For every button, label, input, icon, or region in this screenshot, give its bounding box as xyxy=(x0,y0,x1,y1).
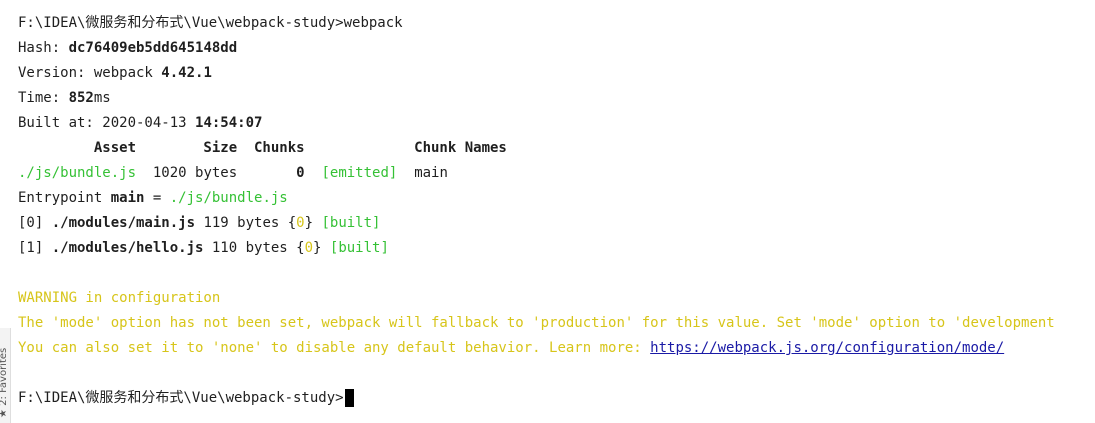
asset-name: ./js/bundle.js xyxy=(18,165,137,181)
module-size: 110 bytes { xyxy=(203,240,305,256)
asset-chunk-name: main xyxy=(414,165,448,181)
asset-size: 1020 bytes xyxy=(136,165,297,181)
asset-table-header: Asset Size Chunks Chunk Names xyxy=(18,140,507,156)
favorites-tab[interactable]: ★ 2: Favorites xyxy=(0,344,9,418)
module-chunk: 0 xyxy=(304,240,314,256)
module-chunk: 0 xyxy=(296,215,305,231)
time-line: Time: 852ms xyxy=(18,89,111,107)
warning-line: You can also set it to 'none' to disable… xyxy=(18,339,1004,357)
entry-prefix: Entrypoint xyxy=(18,190,111,206)
warning-text: You can also set it to 'none' to disable… xyxy=(18,340,651,356)
module-path: ./modules/main.js xyxy=(51,215,196,231)
time-label: Time: xyxy=(18,90,69,106)
entry-name: main xyxy=(110,190,145,206)
asset-row: ./js/bundle.js 1020 bytes 0 [emitted] ma… xyxy=(18,164,448,182)
text-cursor xyxy=(344,389,354,407)
final-prompt: F:\IDEA\微服务和分布式\Vue\webpack-study> xyxy=(18,390,344,406)
built-time: 14:54:07 xyxy=(195,115,263,131)
command-line: F:\IDEA\微服务和分布式\Vue\webpack-study>webpac… xyxy=(18,14,403,32)
command-text: webpack xyxy=(343,15,403,31)
warning-line: The 'mode' option has not been set, webp… xyxy=(18,315,1055,331)
built-label: Built at: 2020-04-13 xyxy=(18,115,196,131)
hash-label: Hash: xyxy=(18,40,69,56)
entry-eq: = xyxy=(144,190,170,206)
version-value: 4.42.1 xyxy=(161,65,212,81)
hash-value: dc76409eb5dd645148dd xyxy=(68,40,238,56)
module-row: [0] ./modules/main.js 119 bytes {0} [bui… xyxy=(18,214,380,232)
final-prompt-line[interactable]: F:\IDEA\微服务和分布式\Vue\webpack-study> xyxy=(18,389,354,407)
version-line: Version: webpack 4.42.1 xyxy=(18,64,212,82)
time-unit: ms xyxy=(93,90,111,106)
asset-status: [emitted] xyxy=(321,165,398,181)
favorites-label: 2: Favorites xyxy=(0,347,9,406)
module-id: [0] xyxy=(18,215,52,231)
entrypoint-line: Entrypoint main = ./js/bundle.js xyxy=(18,189,288,207)
terminal-output[interactable]: F:\IDEA\微服务和分布式\Vue\webpack-study>webpac… xyxy=(0,0,1095,423)
module-chunk-close: } xyxy=(304,215,322,231)
prompt-path: F:\IDEA\微服务和分布式\Vue\webpack-study xyxy=(18,15,336,31)
prompt-symbol: > xyxy=(335,15,344,31)
module-chunk-close: } xyxy=(313,240,330,256)
version-label: Version: webpack xyxy=(18,65,162,81)
hash-line: Hash: dc76409eb5dd645148dd xyxy=(18,39,237,57)
star-icon: ★ xyxy=(0,406,9,418)
module-size: 119 bytes { xyxy=(195,215,297,231)
time-value: 852 xyxy=(68,90,94,106)
module-status: [built] xyxy=(321,215,381,231)
webpack-mode-link[interactable]: https://webpack.js.org/configuration/mod… xyxy=(650,340,1004,356)
warning-title: WARNING in configuration xyxy=(18,290,221,306)
module-path: ./modules/hello.js xyxy=(51,240,204,256)
module-id: [1] xyxy=(18,240,52,256)
module-status: [built] xyxy=(329,240,389,256)
module-row: [1] ./modules/hello.js 110 bytes {0} [bu… xyxy=(18,239,389,257)
built-at-line: Built at: 2020-04-13 14:54:07 xyxy=(18,114,262,132)
entry-file: ./js/bundle.js xyxy=(169,190,288,206)
asset-chunk: 0 xyxy=(296,165,305,181)
